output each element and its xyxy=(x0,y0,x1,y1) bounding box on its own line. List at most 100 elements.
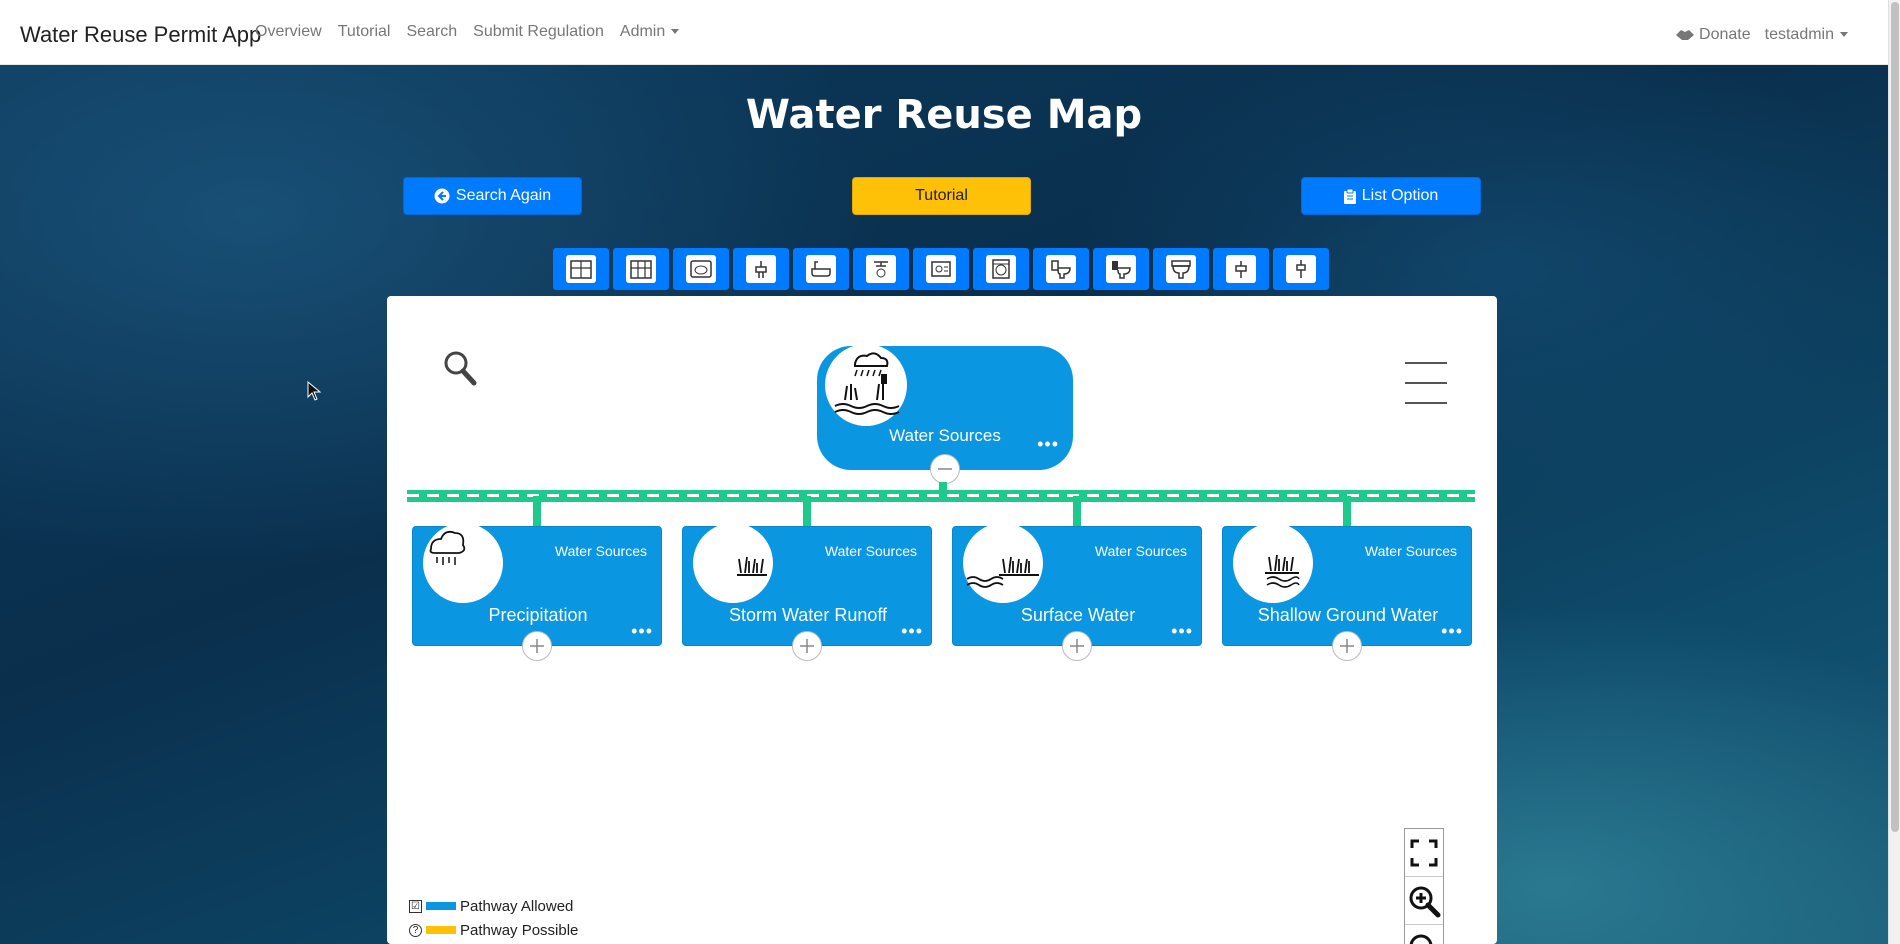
rain-cloud-icon xyxy=(423,523,503,603)
tutorial-button[interactable]: Tutorial xyxy=(852,177,1031,215)
nav-admin-dropdown[interactable]: Admin xyxy=(619,23,680,41)
node-surface-water[interactable]: Water Sources Surface Water ••• xyxy=(952,523,1202,661)
navbar: Water Reuse Permit App Overview Tutorial… xyxy=(0,0,1888,65)
node-storm-water-runoff[interactable]: Water Sources Storm Water Runoff ••• xyxy=(682,523,932,661)
toilet-icon xyxy=(1112,261,1131,279)
water-sources-icon xyxy=(825,344,907,426)
building-icon xyxy=(630,260,652,279)
donate-label: Donate xyxy=(1699,26,1751,43)
zoom-out-icon xyxy=(1409,934,1433,944)
list-option-button[interactable]: List Option xyxy=(1301,177,1481,215)
node-expand-toggle[interactable] xyxy=(522,631,552,661)
node-label: Surface Water xyxy=(1020,605,1136,625)
water-reuse-map-panel: Water Sources ••• Water Sources Precipit… xyxy=(387,296,1497,944)
fullscreen-button[interactable] xyxy=(1405,829,1443,877)
nav-links: Overview Tutorial Search Submit Regulati… xyxy=(255,23,680,41)
fixture-toolbar xyxy=(553,248,1329,290)
search-again-label: Search Again xyxy=(455,187,552,204)
legend-row-possible: ? Pathway Possible xyxy=(409,918,578,942)
fixture-faucet-button[interactable] xyxy=(1213,248,1269,290)
chevron-down-icon xyxy=(671,29,680,35)
node-label: Storm Water Runoff xyxy=(728,605,888,625)
connector-root-drop xyxy=(939,482,947,496)
map-zoom-controls xyxy=(1404,828,1444,944)
legend-row-allowed: ☑ Pathway Allowed xyxy=(409,894,578,918)
connector-drop-1 xyxy=(533,496,541,528)
fixture-washer-button[interactable] xyxy=(673,248,729,290)
node-more-icon[interactable]: ••• xyxy=(1441,621,1463,642)
map-search-icon[interactable] xyxy=(443,350,477,391)
fixture-laundry-button[interactable] xyxy=(973,248,1029,290)
legend-label: Pathway Allowed xyxy=(460,897,574,915)
root-node-more-icon[interactable]: ••• xyxy=(1037,434,1059,455)
node-category: Water Sources xyxy=(554,543,647,559)
shower-icon xyxy=(874,261,888,278)
zoom-in-icon xyxy=(1409,886,1441,917)
sink-icon xyxy=(755,261,767,278)
node-more-icon[interactable]: ••• xyxy=(1171,621,1193,642)
fixture-toilet-3-button[interactable] xyxy=(1153,248,1209,290)
fullscreen-icon xyxy=(1410,839,1438,866)
user-label: testadmin xyxy=(1764,26,1834,43)
nav-right: Donate testadmin xyxy=(1675,26,1848,44)
node-expand-toggle[interactable] xyxy=(1062,631,1092,661)
fixture-toilet-button[interactable] xyxy=(1033,248,1089,290)
fixture-faucet-2-button[interactable] xyxy=(1273,248,1329,290)
connector-drop-3 xyxy=(1073,496,1081,528)
zoom-in-button[interactable] xyxy=(1405,877,1443,925)
nav-search[interactable]: Search xyxy=(406,23,457,41)
node-more-icon[interactable]: ••• xyxy=(901,621,923,642)
fixture-bathtub-button[interactable] xyxy=(793,248,849,290)
connector-drop-2 xyxy=(803,496,811,528)
brand-link[interactable]: Water Reuse Permit App xyxy=(20,22,261,48)
map-legend: ☑ Pathway Allowed ? Pathway Possible xyxy=(409,894,578,942)
page-scrollbar[interactable] xyxy=(1888,0,1900,944)
toilet-icon xyxy=(1051,260,1071,279)
node-more-icon[interactable]: ••• xyxy=(631,621,653,642)
node-precipitation[interactable]: Water Sources Precipitation ••• xyxy=(412,523,662,661)
fixture-building-2-button[interactable] xyxy=(613,248,669,290)
tutorial-label: Tutorial xyxy=(915,187,968,204)
legend-swatch-blue xyxy=(426,902,456,910)
user-dropdown[interactable]: testadmin xyxy=(1765,26,1848,44)
chevron-down-icon xyxy=(1840,32,1848,38)
check-icon: ☑ xyxy=(409,899,422,913)
admin-label: Admin xyxy=(619,23,666,40)
bathtub-icon xyxy=(811,261,831,277)
nav-tutorial[interactable]: Tutorial xyxy=(338,23,391,41)
scrollbar-thumb[interactable] xyxy=(1891,2,1899,832)
question-icon: ? xyxy=(409,923,422,937)
node-expand-toggle[interactable] xyxy=(1332,631,1362,661)
legend-label: Pathway Possible xyxy=(460,921,579,939)
node-expand-toggle[interactable] xyxy=(792,631,822,661)
node-category: Water Sources xyxy=(1364,543,1457,559)
fixture-dishwasher-button[interactable] xyxy=(913,248,969,290)
faucet-icon xyxy=(1296,260,1306,278)
zoom-out-button[interactable] xyxy=(1405,925,1443,944)
fixture-shower-button[interactable] xyxy=(853,248,909,290)
node-label: Precipitation xyxy=(488,605,588,625)
list-option-label: List Option xyxy=(1361,187,1439,204)
node-shallow-ground-water[interactable]: Water Sources Shallow Ground Water ••• xyxy=(1222,523,1472,661)
mouse-cursor-icon xyxy=(307,380,322,406)
page-title: Water Reuse Map xyxy=(745,92,1143,138)
fixture-building-button[interactable] xyxy=(553,248,609,290)
connector-drop-4 xyxy=(1343,496,1351,528)
map-menu-icon[interactable] xyxy=(1405,362,1447,422)
toilet-icon xyxy=(1171,260,1191,279)
nav-submit-regulation[interactable]: Submit Regulation xyxy=(473,23,604,41)
donate-link[interactable]: Donate xyxy=(1675,26,1751,44)
grass-water-icon xyxy=(963,523,1043,603)
nav-overview[interactable]: Overview xyxy=(255,23,322,41)
root-node-collapse-toggle[interactable] xyxy=(930,454,960,484)
fixture-toilet-2-button[interactable] xyxy=(1093,248,1149,290)
search-again-button[interactable]: Search Again xyxy=(403,177,582,215)
node-label: Shallow Ground Water xyxy=(1257,605,1439,625)
legend-swatch-yellow xyxy=(426,926,456,934)
clipboard-icon xyxy=(1343,188,1356,204)
root-node-water-sources[interactable]: Water Sources ••• xyxy=(817,344,1073,484)
grass-icon xyxy=(693,523,773,603)
washer-icon xyxy=(690,260,712,278)
fixture-sink-button[interactable] xyxy=(733,248,789,290)
node-category: Water Sources xyxy=(1094,543,1187,559)
